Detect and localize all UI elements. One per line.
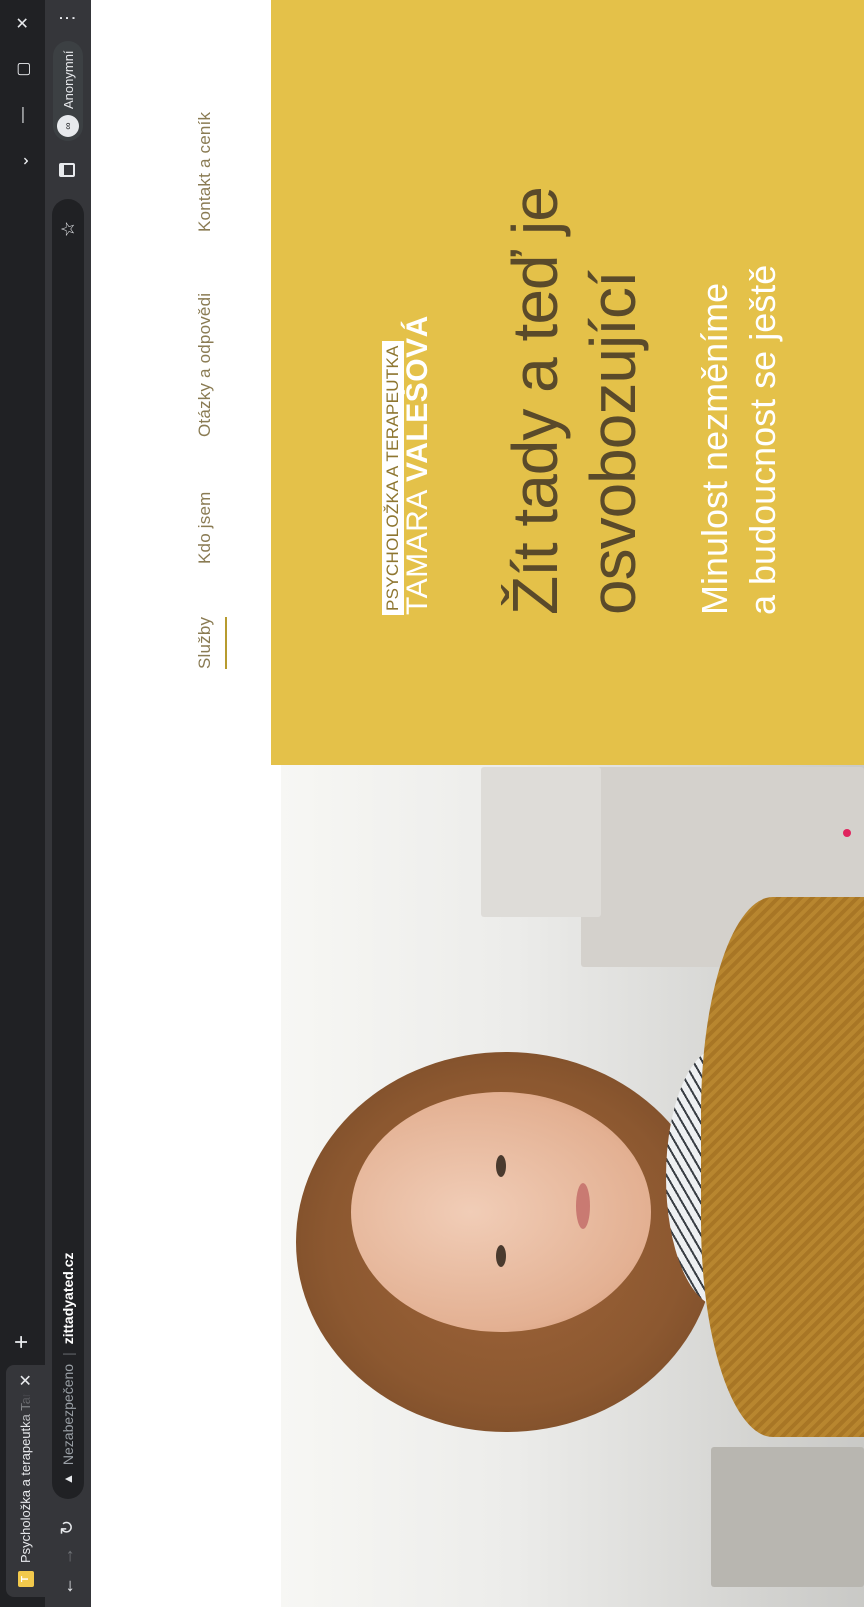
hero-yellow-panel: PSYCHOLOŽKA A TERAPEUTKA TAMARA VALEŠOVÁ… — [271, 0, 864, 765]
notification-dot — [843, 829, 851, 837]
incognito-profile-button[interactable]: ∞ Anonymní — [53, 41, 83, 141]
hero-section: PSYCHOLOŽKA A TERAPEUTKA TAMARA VALEŠOVÁ… — [271, 0, 864, 1607]
bookmark-star-icon[interactable]: ☆ — [58, 221, 79, 237]
rotated-viewport: T Psycholožka a terapeutka Tamara ✕ + ⌄ … — [0, 0, 864, 1607]
portrait-eye — [496, 1155, 506, 1177]
page-content: Služby Kdo jsem Otázky a odpovědi Kontak… — [91, 0, 864, 1607]
site-nav: Služby Kdo jsem Otázky a odpovědi Kontak… — [91, 0, 281, 1607]
hero-photo — [281, 765, 864, 1607]
restore-button[interactable]: ▢ — [13, 46, 33, 92]
tab-strip: T Psycholožka a terapeutka Tamara ✕ + ⌄ … — [0, 0, 45, 1607]
browser-menu-icon[interactable]: ⋮ — [57, 9, 78, 27]
nav-item-contact[interactable]: Kontakt a ceník — [195, 112, 215, 232]
minimize-button[interactable]: — — [14, 92, 32, 138]
hero-subline: Minulost nezměníme a budoucnost se ještě — [691, 265, 787, 615]
forward-button[interactable]: → — [57, 1547, 78, 1565]
incognito-icon: ∞ — [57, 115, 79, 137]
portrait-lips — [576, 1183, 590, 1229]
side-panel-icon[interactable] — [59, 163, 75, 177]
nav-item-about[interactable]: Kdo jsem — [195, 492, 215, 564]
portrait-sweater — [701, 897, 864, 1437]
new-tab-button[interactable]: + — [8, 1335, 35, 1349]
background-building — [711, 1447, 864, 1587]
tab-close-icon[interactable]: ✕ — [16, 1374, 36, 1387]
url-domain[interactable]: zittadyated.cz — [60, 1252, 76, 1344]
portrait-face — [351, 1092, 651, 1332]
tab-search-chevron-icon[interactable]: ⌄ — [13, 138, 33, 184]
headline-line-2: osvobozující — [577, 271, 649, 615]
address-bar[interactable]: ▲ Nezabezpečeno | zittadyated.cz ☆ — [52, 199, 84, 1499]
tab-title: Psycholožka a terapeutka Tamara — [18, 1393, 33, 1563]
name-last: VALEŠOVÁ — [401, 315, 434, 483]
subline-line-2: a budoucnost se ještě — [742, 264, 783, 615]
window-controls: ⌄ — ▢ ✕ — [0, 0, 45, 184]
portrait-eye — [496, 1245, 506, 1267]
warning-icon[interactable]: ▲ — [61, 1473, 75, 1485]
site-favicon-icon: T — [17, 1571, 34, 1587]
browser-toolbar: ← → ↻ ▲ Nezabezpečeno | zittadyated.cz ☆… — [45, 0, 91, 1607]
back-button[interactable]: ← — [57, 1577, 78, 1595]
hero-headline: Žít tady a teď je osvobozující — [496, 187, 652, 615]
background-building — [481, 767, 601, 917]
close-window-button[interactable]: ✕ — [13, 0, 33, 46]
insecure-label[interactable]: Nezabezpečeno — [60, 1364, 76, 1465]
subline-line-1: Minulost nezměníme — [694, 282, 735, 615]
profile-label: Anonymní — [60, 50, 76, 109]
reload-button[interactable]: ↻ — [57, 1520, 78, 1535]
therapist-name: TAMARA VALEŠOVÁ — [401, 315, 435, 615]
headline-line-1: Žít tady a teď je — [499, 187, 571, 615]
name-first: TAMARA — [401, 490, 434, 615]
browser-tab[interactable]: T Psycholožka a terapeutka Tamara ✕ — [6, 1365, 45, 1597]
url-separator: | — [60, 1352, 76, 1356]
nav-item-services[interactable]: Služby — [195, 617, 215, 669]
nav-item-faq[interactable]: Otázky a odpovědi — [195, 293, 215, 437]
